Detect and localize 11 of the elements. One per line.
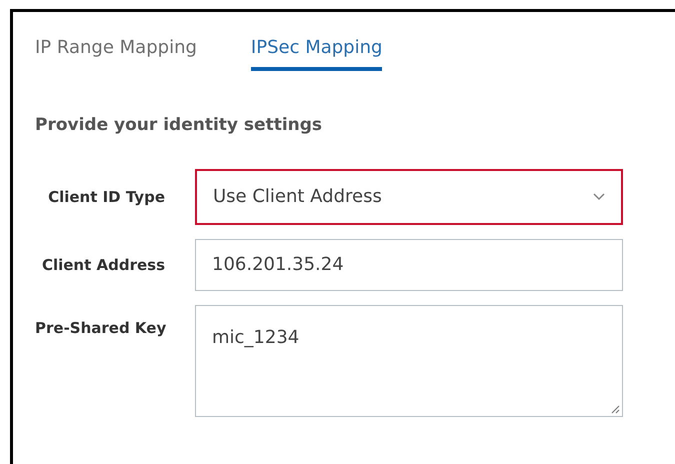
tab[interactable]: IPSec Mapping	[250, 32, 382, 71]
text-area[interactable]: mic_1234	[195, 304, 623, 416]
field-label: Pre-Shared Key	[35, 318, 168, 338]
input-field[interactable]: 106.201.35.24	[195, 238, 623, 290]
resize-handle-icon[interactable]	[610, 404, 620, 414]
section-heading: Provide your identity settings	[35, 114, 324, 137]
field-label: Client Address	[40, 254, 166, 276]
dropdown[interactable]: Use Client Address	[195, 168, 623, 224]
tab[interactable]: IP Range Mapping	[35, 32, 197, 71]
field-label: Client ID Type	[47, 186, 166, 208]
chevron-down-icon	[593, 192, 605, 200]
